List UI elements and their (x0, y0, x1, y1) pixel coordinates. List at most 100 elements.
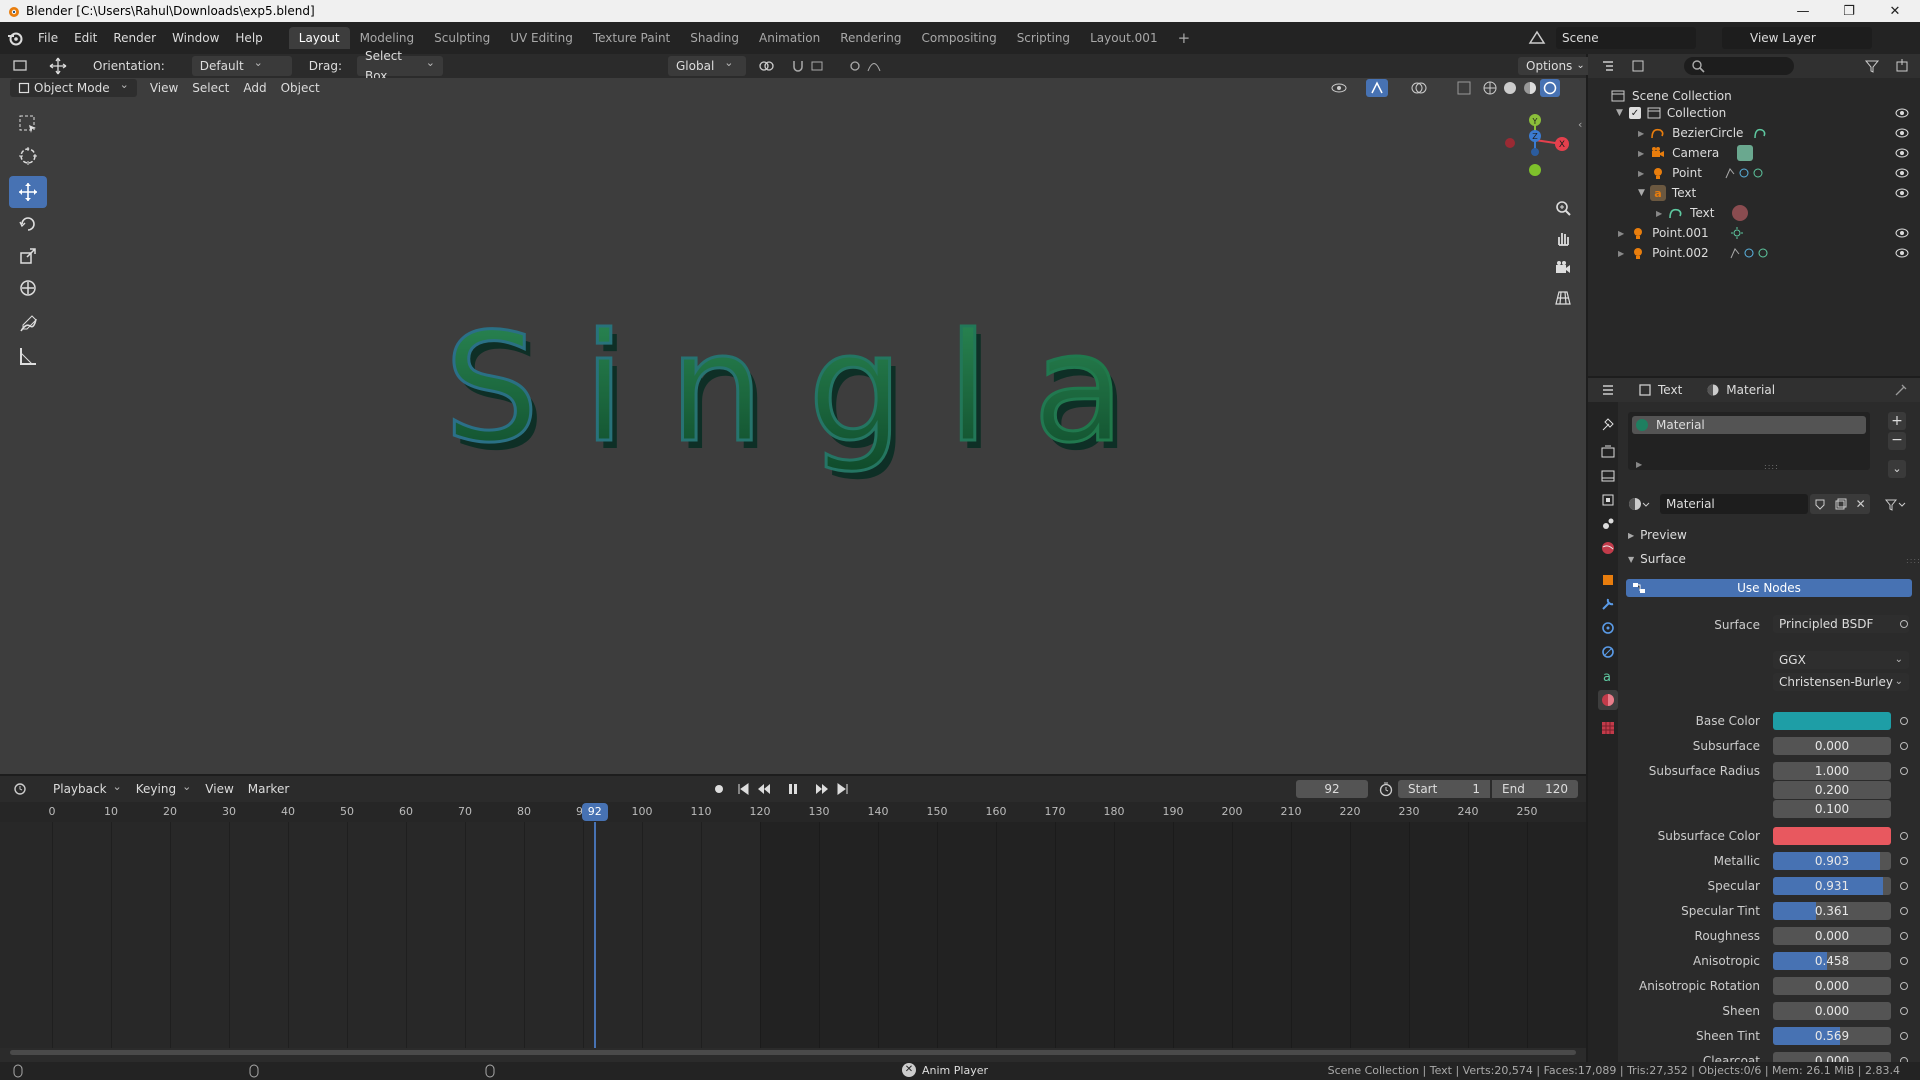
maximize-button[interactable]: ❐ (1826, 0, 1872, 22)
outliner-row-point-001[interactable]: ▶ Point.001 (1588, 223, 1920, 243)
material-tab-icon[interactable] (1598, 690, 1618, 710)
socket-link-icon[interactable] (1900, 1032, 1908, 1040)
start-frame-field[interactable]: Start 1 (1398, 780, 1490, 798)
outliner-row-camera[interactable]: ▶ Camera (1588, 143, 1920, 163)
add-slot-button[interactable]: + (1888, 412, 1906, 430)
timeline-menu-view[interactable]: View (198, 782, 240, 796)
blender-menu-icon[interactable] (0, 30, 30, 46)
cancel-job-icon[interactable]: ✕ (902, 1063, 916, 1077)
render-tab-icon[interactable] (1598, 442, 1618, 462)
remove-slot-button[interactable]: − (1888, 432, 1906, 450)
expand-arrow-icon[interactable]: ▶ (1638, 129, 1644, 138)
browse-material-icon[interactable] (1628, 494, 1658, 514)
output-tab-icon[interactable] (1598, 466, 1618, 486)
anim-player-job[interactable]: ✕ Anim Player (902, 1063, 988, 1077)
eye-icon[interactable] (1894, 247, 1910, 259)
overlays-icon[interactable] (1410, 80, 1440, 96)
modifier-tab-icon[interactable] (1598, 594, 1618, 614)
close-button[interactable]: ✕ (1872, 0, 1918, 22)
prev-keyframe-icon[interactable] (756, 782, 772, 796)
socket-link-icon[interactable] (1900, 620, 1908, 628)
perspective-grid-icon[interactable] (1551, 286, 1575, 310)
text-object-singla[interactable]: Singla Singla (440, 298, 1180, 498)
tab-rendering[interactable]: Rendering (830, 27, 911, 49)
eye-icon[interactable] (1894, 167, 1910, 179)
surface-shader-selector[interactable]: Principled BSDF (1773, 615, 1909, 633)
tab-shading[interactable]: Shading (680, 27, 749, 49)
jump-start-icon[interactable] (736, 782, 750, 796)
camera-view-icon[interactable] (1551, 256, 1575, 280)
timeline-menu-keying[interactable]: Keying (129, 782, 199, 796)
expand-arrow-icon[interactable]: ▶ (1618, 249, 1624, 258)
expand-arrow-icon[interactable]: ▶ (1618, 229, 1624, 238)
surface-panel-header[interactable]: ▼ Surface (1628, 552, 1686, 566)
resize-handle-icon[interactable]: :::: (1764, 462, 1779, 471)
material-link-icon[interactable] (1884, 494, 1910, 514)
filter-icon[interactable] (1864, 58, 1886, 74)
color-swatch[interactable] (1773, 712, 1891, 730)
shading-material-icon[interactable] (1522, 80, 1538, 96)
pivot-icon[interactable] (756, 58, 786, 74)
socket-link-icon[interactable] (1900, 857, 1908, 865)
timeline-editor-type-icon[interactable] (12, 781, 34, 797)
scene-selector[interactable]: Scene (1556, 27, 1696, 49)
measure-tool[interactable] (9, 340, 47, 372)
move-tool[interactable] (9, 176, 47, 208)
expand-arrow-icon[interactable]: ▼ (1638, 188, 1645, 198)
expand-arrow-icon[interactable]: ▼ (1616, 108, 1623, 118)
timeline-track-area[interactable] (0, 822, 1586, 1048)
value-slider[interactable]: 0.000 (1773, 977, 1891, 995)
outliner[interactable]: Scene Collection ▼ ✓ Collection ▶ Bezier… (1588, 54, 1920, 376)
outliner-search-input[interactable] (1684, 57, 1794, 75)
preview-panel-header[interactable]: ▶ Preview (1628, 528, 1687, 542)
xray-icon[interactable] (1456, 80, 1472, 96)
object-data-tab-icon[interactable]: a (1598, 666, 1618, 686)
viewport-menu-add[interactable]: Add (236, 81, 273, 95)
visibility-icon[interactable] (1330, 80, 1360, 96)
select-box-tool[interactable] (9, 108, 47, 140)
socket-link-icon[interactable] (1900, 717, 1908, 725)
shading-wireframe-icon[interactable] (1482, 80, 1498, 96)
tab-animation[interactable]: Animation (749, 27, 830, 49)
panel-drag-handle-icon[interactable]: :::: (1906, 556, 1920, 565)
minimize-button[interactable]: — (1780, 0, 1826, 22)
rotate-tool[interactable] (9, 208, 47, 240)
viewport-menu-view[interactable]: View (143, 81, 185, 95)
socket-link-icon[interactable] (1900, 767, 1908, 775)
material-slot-item[interactable]: Material (1632, 416, 1866, 434)
slot-specials-button[interactable]: ⌄ (1888, 460, 1906, 478)
socket-link-icon[interactable] (1900, 982, 1908, 990)
duplicate-material-icon[interactable] (1835, 498, 1847, 510)
value-slider[interactable]: 0.000 (1773, 927, 1891, 945)
annotate-tool[interactable] (9, 308, 47, 340)
fake-user-icon[interactable] (1814, 498, 1826, 510)
playhead-frame-badge[interactable]: 92 (581, 803, 608, 821)
timeline-menu-playback[interactable]: Playback (46, 782, 129, 796)
record-icon[interactable] (712, 782, 726, 796)
socket-link-icon[interactable] (1900, 932, 1908, 940)
timeline-scrollbar[interactable] (10, 1050, 1576, 1055)
tab-uv-editing[interactable]: UV Editing (500, 27, 583, 49)
properties-editor-type-icon[interactable] (1600, 382, 1624, 398)
view-layer-tab-icon[interactable] (1598, 490, 1618, 510)
particles-tab-icon[interactable] (1598, 618, 1618, 638)
socket-link-icon[interactable] (1900, 907, 1908, 915)
3d-viewport[interactable]: Object Mode View Select Add Object (0, 78, 1586, 774)
menu-help[interactable]: Help (227, 31, 270, 45)
next-keyframe-icon[interactable] (814, 782, 830, 796)
playhead-line[interactable] (593, 822, 596, 1048)
menu-file[interactable]: File (30, 31, 66, 45)
outliner-row-point-002[interactable]: ▶ Point.002 (1588, 243, 1920, 263)
transform-tool[interactable] (9, 272, 47, 304)
timeline-menu-marker[interactable]: Marker (241, 782, 296, 796)
expand-arrow-icon[interactable]: ▶ (1636, 460, 1642, 469)
socket-link-icon[interactable] (1900, 832, 1908, 840)
outliner-editor-type-icon[interactable] (1600, 58, 1624, 74)
distribution-dropdown[interactable]: GGX ⌄ (1773, 651, 1909, 669)
eye-icon[interactable] (1894, 187, 1910, 199)
menu-render[interactable]: Render (105, 31, 164, 45)
value-slider[interactable]: 0.931 (1773, 877, 1891, 895)
scene-icon[interactable] (1526, 27, 1548, 49)
outliner-row-text[interactable]: ▼ a Text (1588, 183, 1920, 203)
expand-arrow-icon[interactable]: ▶ (1638, 169, 1644, 178)
